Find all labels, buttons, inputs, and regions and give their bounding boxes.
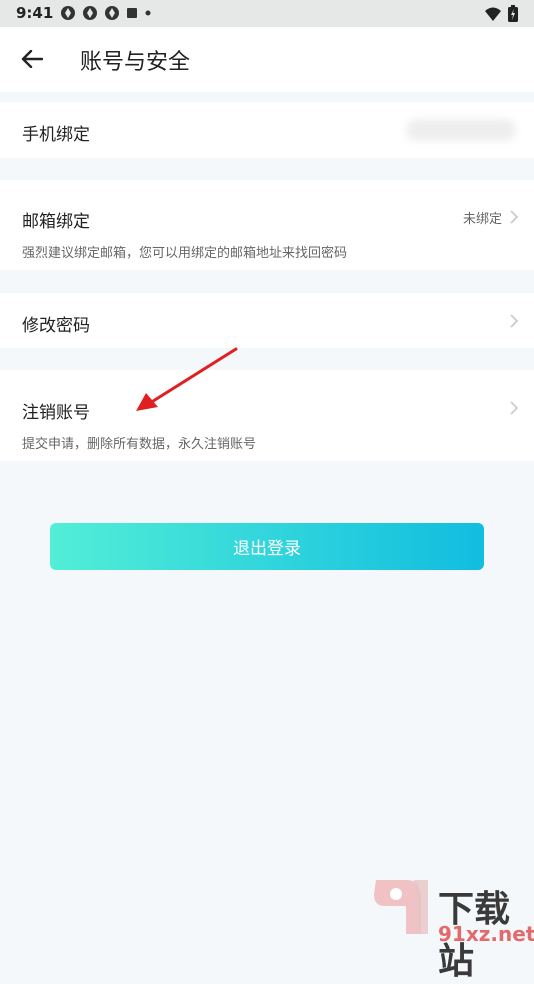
top-app-bar: 账号与安全 xyxy=(0,27,534,92)
email-binding-status: 未绑定 xyxy=(462,212,502,227)
battery-charging-icon xyxy=(508,5,518,22)
page-title: 账号与安全 xyxy=(80,50,191,75)
back-button[interactable] xyxy=(18,45,46,73)
watermark-domain: 91xz.net xyxy=(438,922,534,946)
chevron-right-icon xyxy=(510,314,519,328)
app-notification-icon xyxy=(61,6,75,20)
cancel-account-row[interactable]: 注销账号 提交申请，删除所有数据，永久注销账号 xyxy=(0,370,534,461)
app-notification-icon xyxy=(105,6,119,20)
cancel-account-description: 提交申请，删除所有数据，永久注销账号 xyxy=(22,437,257,452)
chevron-right-icon xyxy=(510,210,519,224)
logout-button[interactable]: 退出登录 xyxy=(50,523,484,570)
email-binding-label: 邮箱绑定 xyxy=(22,212,90,232)
status-system-icons xyxy=(484,5,518,22)
dot-icon xyxy=(145,10,151,16)
change-password-row[interactable]: 修改密码 xyxy=(0,293,534,348)
stop-icon xyxy=(127,8,137,18)
phone-binding-row[interactable]: 手机绑定 xyxy=(0,102,534,158)
back-arrow-icon xyxy=(21,50,43,68)
email-binding-row[interactable]: 邮箱绑定 未绑定 强烈建议绑定邮箱，您可以用绑定的邮箱地址来找回密码 xyxy=(0,180,534,270)
chevron-right-icon xyxy=(510,401,519,415)
app-notification-icon xyxy=(83,6,97,20)
blurred-phone-number xyxy=(406,119,516,141)
phone-binding-label: 手机绑定 xyxy=(22,125,90,145)
change-password-label: 修改密码 xyxy=(22,316,90,336)
watermark-logo-icon xyxy=(374,880,428,934)
status-notification-icons xyxy=(60,5,152,21)
status-bar: 9:41 xyxy=(0,0,534,27)
cancel-account-label: 注销账号 xyxy=(22,403,90,423)
wifi-icon xyxy=(485,7,501,21)
status-time: 9:41 xyxy=(16,4,54,22)
annotation-arrow-icon xyxy=(136,347,238,411)
email-binding-description: 强烈建议绑定邮箱，您可以用绑定的邮箱地址来找回密码 xyxy=(22,246,348,261)
